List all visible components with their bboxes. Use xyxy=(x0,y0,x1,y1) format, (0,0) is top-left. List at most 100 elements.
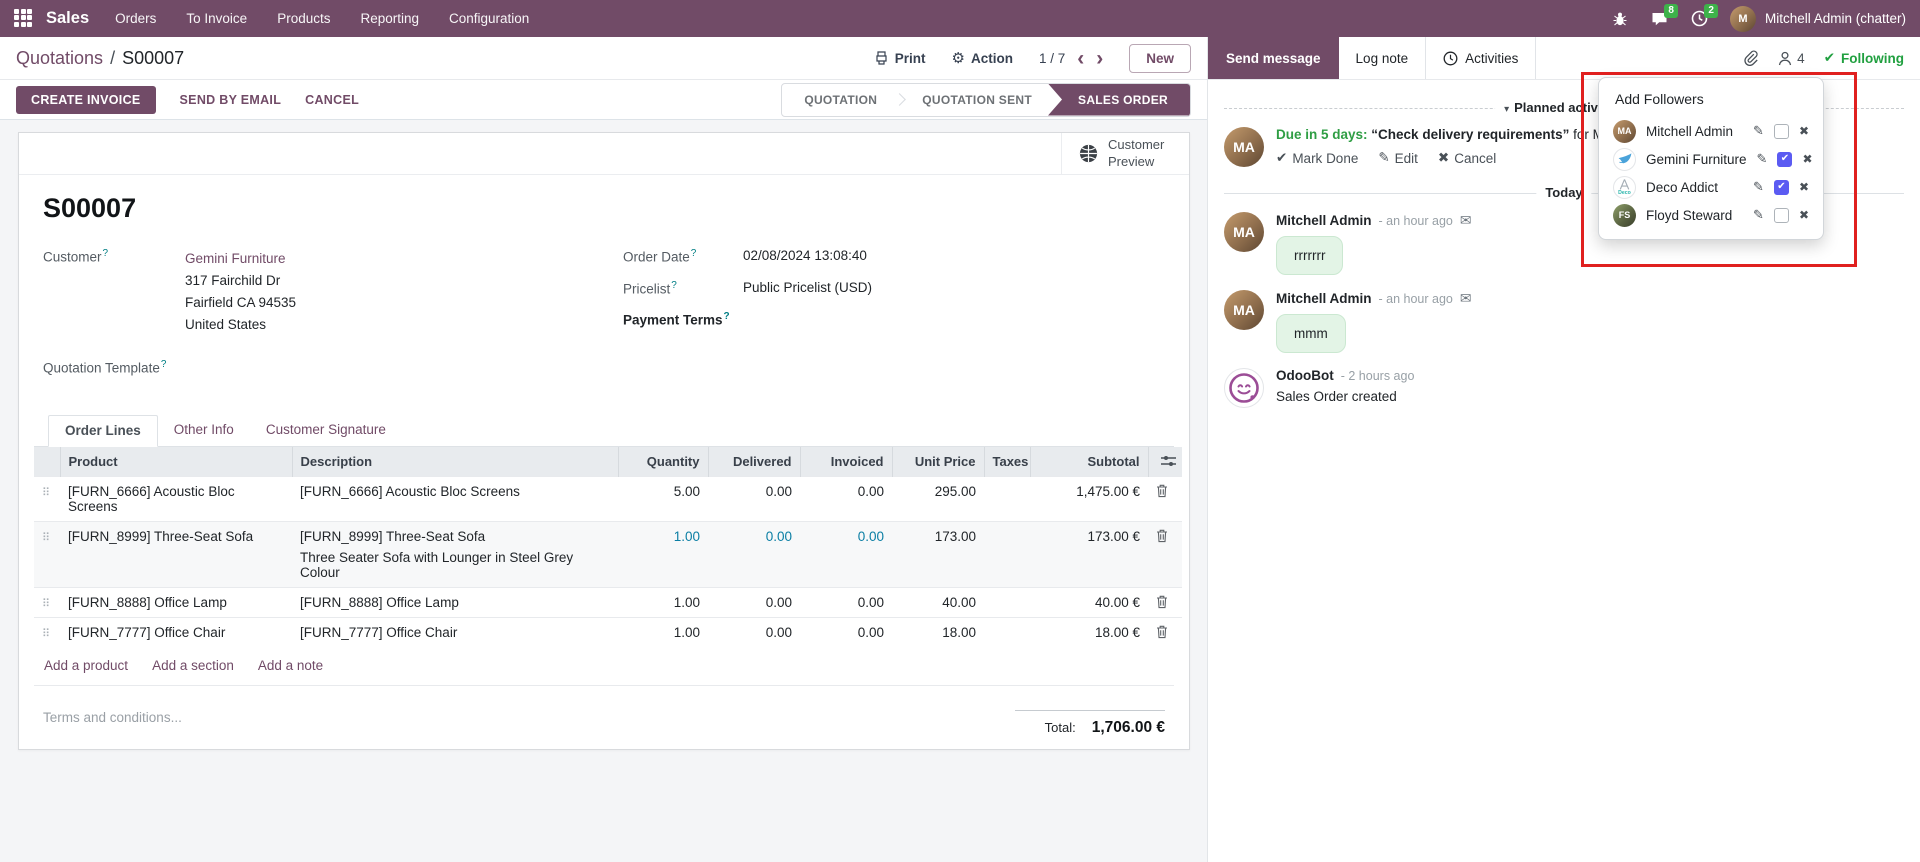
message-author[interactable]: Mitchell Admin xyxy=(1276,213,1372,228)
user-menu[interactable]: M Mitchell Admin (chatter) xyxy=(1730,6,1906,32)
send-message-button[interactable]: Send message xyxy=(1208,37,1339,79)
menu-orders[interactable]: Orders xyxy=(115,11,156,26)
help-marker: ? xyxy=(103,248,109,259)
menu-reporting[interactable]: Reporting xyxy=(360,11,419,26)
customer-address-line: Fairfield CA 94535 xyxy=(185,292,296,314)
unit-price-header[interactable]: Unit Price xyxy=(892,447,984,477)
customer-link[interactable]: Gemini Furniture xyxy=(185,248,296,270)
send-by-email-button[interactable]: SEND BY EMAIL xyxy=(180,93,282,107)
remove-follower-icon[interactable]: ✖ xyxy=(1802,152,1812,166)
log-note-button[interactable]: Log note xyxy=(1339,37,1427,79)
follower-checkbox[interactable] xyxy=(1774,208,1789,223)
invoiced-header[interactable]: Invoiced xyxy=(800,447,892,477)
terms-placeholder[interactable]: Terms and conditions... xyxy=(43,710,182,725)
stage-sales-order[interactable]: SALES ORDER xyxy=(1048,84,1190,116)
tab-other-info[interactable]: Other Info xyxy=(158,415,250,446)
following-button[interactable]: ✔ Following xyxy=(1824,50,1904,66)
message-author[interactable]: Mitchell Admin xyxy=(1276,291,1372,306)
table-row[interactable]: ⠿ [FURN_6666] Acoustic Bloc Screens [FUR… xyxy=(34,476,1182,521)
tab-customer-signature[interactable]: Customer Signature xyxy=(250,415,402,446)
breadcrumb-quotations[interactable]: Quotations xyxy=(16,48,103,69)
drag-handle-icon[interactable]: ⠿ xyxy=(42,487,50,499)
trash-icon[interactable] xyxy=(1156,595,1174,609)
table-row[interactable]: ⠿ [FURN_8888] Office Lamp [FURN_8888] Of… xyxy=(34,587,1182,617)
add-followers-title[interactable]: Add Followers xyxy=(1599,78,1823,117)
trash-icon[interactable] xyxy=(1156,625,1174,639)
stage-quotation-sent[interactable]: QUOTATION SENT xyxy=(900,84,1054,116)
optional-columns-header[interactable] xyxy=(1148,447,1182,477)
cancel-button[interactable]: CANCEL xyxy=(305,93,359,107)
cell-invoiced: 0.00 xyxy=(800,521,892,587)
taxes-header[interactable]: Taxes xyxy=(984,447,1030,477)
drag-handle-icon[interactable]: ⠿ xyxy=(42,628,50,640)
quantity-header[interactable]: Quantity xyxy=(618,447,708,477)
follower-row[interactable]: MA Mitchell Admin ✎ ✖ xyxy=(1599,117,1823,145)
clock-icon xyxy=(1443,51,1458,66)
product-header[interactable]: Product xyxy=(60,447,292,477)
action-button[interactable]: ⚙ Action xyxy=(952,51,1013,66)
cell-unit-price: 40.00 xyxy=(892,587,984,617)
table-row[interactable]: ⠿ [FURN_8999] Three-Seat Sofa [FURN_8999… xyxy=(34,521,1182,587)
message-item: OdooBot - 2 hours ago Sales Order create… xyxy=(1224,368,1904,408)
pager-previous-icon[interactable]: ‹ xyxy=(1077,48,1084,69)
remove-follower-icon[interactable]: ✖ xyxy=(1799,208,1809,222)
app-name[interactable]: Sales xyxy=(46,9,89,28)
messages-icon[interactable]: 8 xyxy=(1650,9,1670,29)
trash-icon[interactable] xyxy=(1156,529,1174,543)
tab-order-lines[interactable]: Order Lines xyxy=(48,415,158,447)
menu-to-invoice[interactable]: To Invoice xyxy=(186,11,247,26)
envelope-icon[interactable]: ✉ xyxy=(1460,290,1472,307)
pencil-icon[interactable]: ✎ xyxy=(1753,179,1764,195)
quotation-template-field[interactable]: Quotation Template? xyxy=(43,359,623,376)
pencil-icon[interactable]: ✎ xyxy=(1757,151,1768,167)
create-invoice-button[interactable]: CREATE INVOICE xyxy=(16,86,156,114)
stage-quotation[interactable]: QUOTATION xyxy=(782,84,899,116)
description-header[interactable]: Description xyxy=(292,447,618,477)
subtotal-header[interactable]: Subtotal xyxy=(1030,447,1148,477)
trash-icon[interactable] xyxy=(1156,484,1174,498)
table-row[interactable]: ⠿ [FURN_7777] Office Chair [FURN_7777] O… xyxy=(34,617,1182,647)
remove-follower-icon[interactable]: ✖ xyxy=(1799,124,1809,138)
follower-checkbox[interactable] xyxy=(1777,152,1792,167)
mark-done-button[interactable]: ✔Mark Done xyxy=(1276,150,1358,166)
field-grid: Customer? Gemini Furniture 317 Fairchild… xyxy=(19,248,1189,391)
activities-button[interactable]: Activities xyxy=(1426,37,1536,79)
apps-menu-icon[interactable] xyxy=(14,9,34,29)
message-author[interactable]: OdooBot xyxy=(1276,368,1334,383)
message-body: Sales Order created xyxy=(1276,389,1414,404)
menu-products[interactable]: Products xyxy=(277,11,330,26)
menu-configuration[interactable]: Configuration xyxy=(449,11,529,26)
pricelist-field[interactable]: Pricelist? Public Pricelist (USD) xyxy=(623,280,1165,297)
bug-icon[interactable] xyxy=(1610,9,1630,29)
edit-activity-button[interactable]: ✎Edit xyxy=(1378,150,1418,166)
drag-handle-icon[interactable]: ⠿ xyxy=(42,598,50,610)
pencil-icon[interactable]: ✎ xyxy=(1753,123,1764,139)
pager-next-icon[interactable]: › xyxy=(1096,48,1103,69)
attach-files-button[interactable] xyxy=(1743,50,1759,66)
cancel-activity-button[interactable]: ✖Cancel xyxy=(1438,150,1496,166)
activities-clock-icon[interactable]: 2 xyxy=(1690,9,1710,29)
add-section-link[interactable]: Add a section xyxy=(152,658,234,673)
follower-row[interactable]: Deco Deco Addict ✎ ✖ xyxy=(1599,173,1823,201)
payment-terms-field[interactable]: Payment Terms? xyxy=(623,311,1165,328)
add-note-link[interactable]: Add a note xyxy=(258,658,323,673)
cell-description[interactable]: [FURN_8999] Three-Seat Sofa Three Seater… xyxy=(292,521,618,587)
followers-button[interactable]: 4 xyxy=(1778,51,1805,66)
order-date-field[interactable]: Order Date? 02/08/2024 13:08:40 xyxy=(623,248,1165,265)
follower-row[interactable]: Gemini Furniture ✎ ✖ xyxy=(1599,145,1823,173)
follower-row[interactable]: FS Floyd Steward ✎ ✖ xyxy=(1599,201,1823,229)
envelope-icon[interactable]: ✉ xyxy=(1460,212,1472,229)
delivered-header[interactable]: Delivered xyxy=(708,447,800,477)
print-button[interactable]: Print xyxy=(874,51,926,66)
add-product-link[interactable]: Add a product xyxy=(44,658,128,673)
user-avatar: M xyxy=(1730,6,1756,32)
remove-follower-icon[interactable]: ✖ xyxy=(1799,180,1809,194)
follower-checkbox[interactable] xyxy=(1774,124,1789,139)
activities-badge: 2 xyxy=(1704,4,1718,18)
drag-handle-icon[interactable]: ⠿ xyxy=(42,532,50,544)
cell-description: [FURN_6666] Acoustic Bloc Screens xyxy=(292,476,618,521)
new-button[interactable]: New xyxy=(1129,44,1191,73)
customer-preview-button[interactable]: Customer Preview xyxy=(1061,133,1189,174)
follower-checkbox[interactable] xyxy=(1774,180,1789,195)
pencil-icon[interactable]: ✎ xyxy=(1753,207,1764,223)
